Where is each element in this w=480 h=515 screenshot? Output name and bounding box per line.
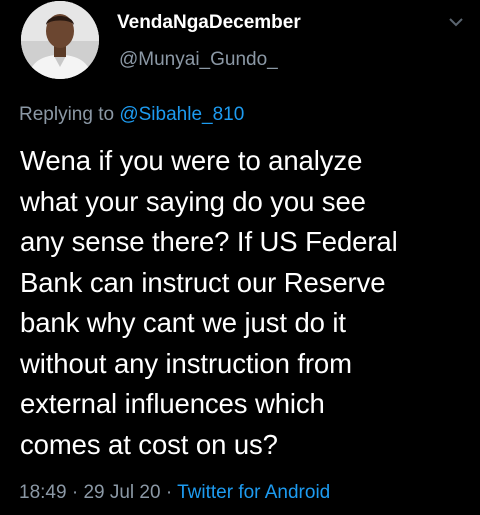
tweet-text-line: without any instruction from	[20, 347, 352, 379]
tweet-text-line: any sense there? If US Federal	[20, 226, 398, 257]
tweet-text: Wena if you were to analyze what your sa…	[20, 141, 465, 465]
tweet-text-line: Wena if you were to analyze	[20, 145, 363, 176]
user-handle[interactable]: @Munyai_Gundo_	[119, 49, 278, 71]
display-name[interactable]: VendaNgaDecember	[117, 12, 301, 34]
meta-separator: ·	[66, 482, 84, 503]
avatar[interactable]	[21, 1, 99, 79]
tweet-source-link[interactable]: Twitter for Android	[177, 482, 330, 503]
tweet-text-line: external influences which	[20, 388, 325, 419]
tweet-text-line: what your saying do you see	[20, 185, 366, 217]
reply-mention-link[interactable]: @Sibahle_810	[119, 104, 244, 125]
tweet-time[interactable]: 18:49	[19, 482, 67, 503]
tweet-text-line: comes at cost on us?	[20, 428, 278, 460]
tweet-text-line: bank why cant we just do it	[20, 307, 346, 338]
meta-separator: ·	[160, 482, 178, 503]
chevron-down-icon[interactable]	[446, 14, 466, 30]
tweet-card: VendaNgaDecember @Munyai_Gundo_ Replying…	[0, 0, 480, 515]
replying-to-label: Replying to	[19, 104, 120, 125]
tweet-text-line: Bank can instruct our Reserve	[20, 266, 386, 298]
tweet-meta: 18:49 · 29 Jul 20 · Twitter for Android	[19, 482, 330, 504]
avatar-image	[21, 1, 99, 79]
tweet-date[interactable]: 29 Jul 20	[83, 482, 160, 503]
replying-to: Replying to @Sibahle_810	[19, 104, 244, 126]
